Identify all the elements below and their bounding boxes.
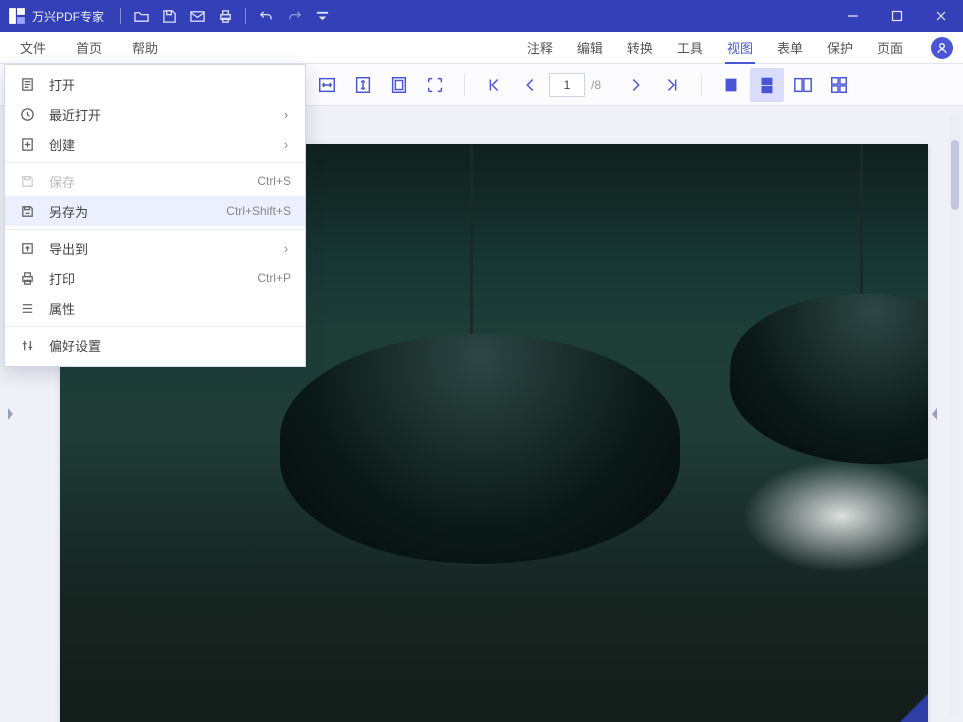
shortcut-label: Ctrl+Shift+S (226, 204, 291, 218)
document-icon (19, 76, 35, 92)
tab-protect[interactable]: 保护 (815, 32, 865, 64)
page-fold-corner-icon (858, 694, 928, 722)
page-total-label: /8 (591, 78, 601, 92)
window-minimize-button[interactable] (831, 0, 875, 32)
next-page-icon[interactable] (619, 68, 653, 102)
fit-width-icon[interactable] (310, 68, 344, 102)
menubar: 文件 首页 帮助 注释 编辑 转换 工具 视图 表单 保护 页面 (0, 32, 963, 64)
window-close-button[interactable] (919, 0, 963, 32)
user-account-button[interactable] (931, 37, 953, 59)
menu-item-open[interactable]: 打开 (5, 69, 305, 99)
open-folder-icon[interactable] (127, 0, 155, 32)
vertical-scrollbar[interactable] (949, 112, 961, 716)
tab-view[interactable]: 视图 (715, 32, 765, 64)
menu-label: 偏好设置 (49, 336, 291, 355)
tab-form[interactable]: 表单 (765, 32, 815, 64)
save-icon (19, 173, 35, 189)
menu-item-export[interactable]: 导出到 › (5, 233, 305, 263)
undo-icon[interactable] (252, 0, 280, 32)
tab-edit[interactable]: 编辑 (565, 32, 615, 64)
preferences-icon (19, 337, 35, 353)
actual-size-icon[interactable] (418, 68, 452, 102)
menu-label: 导出到 (49, 239, 281, 258)
shortcut-label: Ctrl+S (257, 174, 291, 188)
redo-icon[interactable] (280, 0, 308, 32)
submenu-chevron-icon: › (281, 137, 291, 152)
properties-icon (19, 300, 35, 316)
menu-label: 打开 (49, 75, 291, 94)
file-menu-dropdown: 打开 最近打开 › 创建 › 保存 Ctrl+S 另存为 Ctrl+Shift+… (4, 64, 306, 367)
menu-file[interactable]: 文件 (8, 32, 58, 64)
clock-icon (19, 106, 35, 122)
app-title: 万兴PDF专家 (32, 8, 104, 25)
separator (5, 229, 305, 230)
shortcut-label: Ctrl+P (257, 271, 291, 285)
expand-right-panel-button[interactable] (925, 106, 945, 722)
single-page-icon[interactable] (714, 68, 748, 102)
prev-page-icon[interactable] (513, 68, 547, 102)
fit-page-icon[interactable] (382, 68, 416, 102)
menu-label: 另存为 (49, 202, 226, 221)
continuous-page-icon[interactable] (750, 68, 784, 102)
customize-quick-access-icon[interactable] (308, 0, 336, 32)
window-maximize-button[interactable] (875, 0, 919, 32)
menu-item-properties[interactable]: 属性 (5, 293, 305, 323)
new-document-icon (19, 136, 35, 152)
fit-height-icon[interactable] (346, 68, 380, 102)
mail-icon[interactable] (183, 0, 211, 32)
menu-help[interactable]: 帮助 (120, 32, 170, 64)
save-as-icon (19, 203, 35, 219)
menu-label: 属性 (49, 299, 291, 318)
separator (464, 74, 465, 96)
print-quick-icon[interactable] (211, 0, 239, 32)
menu-item-recent[interactable]: 最近打开 › (5, 99, 305, 129)
menu-label: 保存 (49, 172, 257, 191)
tab-page[interactable]: 页面 (865, 32, 915, 64)
menu-label: 创建 (49, 135, 281, 154)
submenu-chevron-icon: › (281, 107, 291, 122)
tab-tool[interactable]: 工具 (665, 32, 715, 64)
menu-label: 打印 (49, 269, 257, 288)
menu-label: 最近打开 (49, 105, 281, 124)
grid-view-icon[interactable] (822, 68, 856, 102)
export-icon (19, 240, 35, 256)
separator (5, 326, 305, 327)
separator (5, 162, 305, 163)
page-number-input[interactable] (549, 73, 585, 97)
separator (245, 8, 246, 24)
tab-annotate[interactable]: 注释 (515, 32, 565, 64)
submenu-chevron-icon: › (281, 241, 291, 256)
app-logo-icon (8, 7, 26, 25)
titlebar: 万兴PDF专家 (0, 0, 963, 32)
menu-item-print[interactable]: 打印 Ctrl+P (5, 263, 305, 293)
menu-item-save: 保存 Ctrl+S (5, 166, 305, 196)
save-quick-icon[interactable] (155, 0, 183, 32)
last-page-icon[interactable] (655, 68, 689, 102)
menu-home[interactable]: 首页 (64, 32, 114, 64)
two-page-icon[interactable] (786, 68, 820, 102)
print-icon (19, 270, 35, 286)
menu-item-preferences[interactable]: 偏好设置 (5, 330, 305, 360)
menu-item-save-as[interactable]: 另存为 Ctrl+Shift+S (5, 196, 305, 226)
menu-item-create[interactable]: 创建 › (5, 129, 305, 159)
first-page-icon[interactable] (477, 68, 511, 102)
scrollbar-thumb[interactable] (951, 140, 959, 210)
separator (120, 8, 121, 24)
separator (701, 74, 702, 96)
tab-convert[interactable]: 转换 (615, 32, 665, 64)
